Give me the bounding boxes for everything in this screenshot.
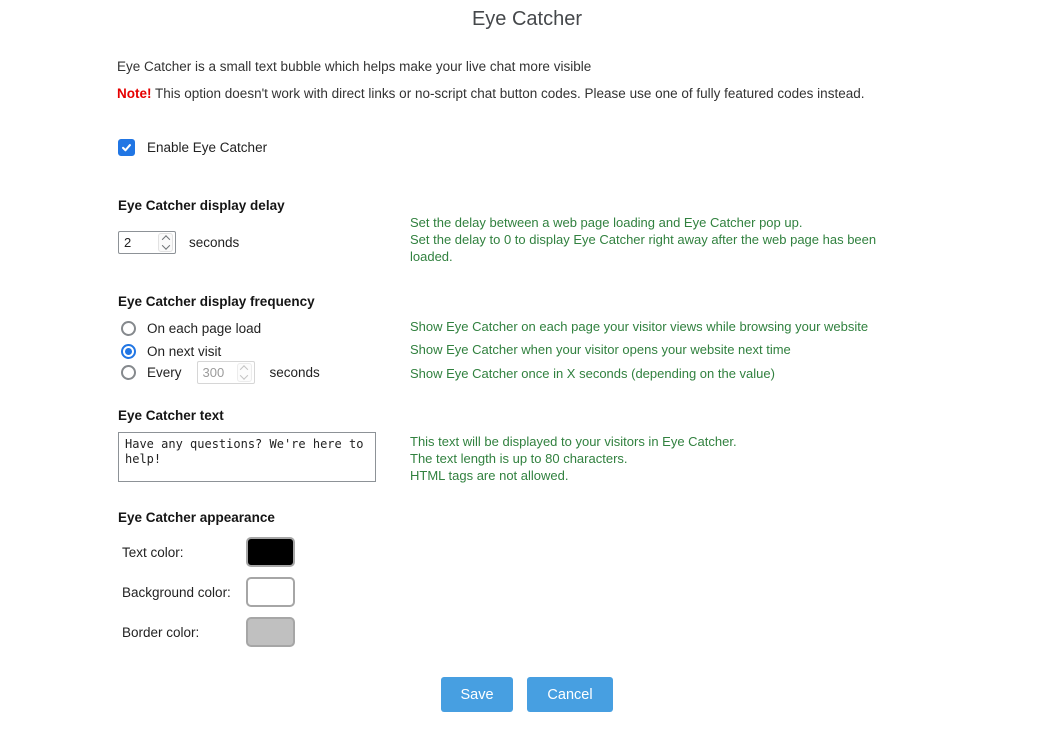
delay-help-line-2: Set the delay to 0 to display Eye Catche… bbox=[410, 231, 902, 265]
note-label: Note! bbox=[117, 86, 152, 101]
background-color-row: Background color: bbox=[122, 577, 295, 607]
frequency-option-each-page-load[interactable]: On each page load bbox=[121, 318, 261, 338]
frequency-help-every-x-seconds: Show Eye Catcher once in X seconds (depe… bbox=[410, 365, 775, 382]
note-line: Note! This option doesn't work with dire… bbox=[117, 86, 864, 101]
spinner-down-icon[interactable] bbox=[161, 241, 169, 249]
interval-seconds-input[interactable] bbox=[203, 365, 235, 380]
radio-each-page-load-label[interactable]: On each page load bbox=[147, 321, 261, 336]
background-color-label: Background color: bbox=[122, 585, 246, 600]
delay-seconds-input[interactable] bbox=[124, 235, 156, 250]
text-color-row: Text color: bbox=[122, 537, 295, 567]
border-color-row: Border color: bbox=[122, 617, 295, 647]
enable-eye-catcher-row: Enable Eye Catcher bbox=[118, 139, 267, 156]
frequency-help-each-page-load: Show Eye Catcher on each page your visit… bbox=[410, 318, 868, 335]
cancel-button[interactable]: Cancel bbox=[527, 677, 613, 712]
spinner-down-icon[interactable] bbox=[240, 371, 248, 379]
radio-next-visit-label[interactable]: On next visit bbox=[147, 344, 221, 359]
radio-every-x-seconds[interactable] bbox=[121, 365, 136, 380]
frequency-help-next-visit: Show Eye Catcher when your visitor opens… bbox=[410, 341, 791, 358]
display-delay-heading: Eye Catcher display delay bbox=[118, 198, 285, 213]
delay-number-input-box bbox=[118, 231, 176, 254]
background-color-swatch[interactable] bbox=[246, 577, 295, 607]
note-text: This option doesn't work with direct lin… bbox=[152, 86, 865, 101]
display-frequency-heading: Eye Catcher display frequency bbox=[118, 294, 315, 309]
display-delay-help: Set the delay between a web page loading… bbox=[410, 214, 902, 265]
eye-catcher-settings-page: Eye Catcher Eye Catcher is a small text … bbox=[0, 0, 1054, 736]
actions-row: Save Cancel bbox=[0, 677, 1054, 712]
eye-catcher-text-heading: Eye Catcher text bbox=[118, 408, 224, 423]
text-color-label: Text color: bbox=[122, 545, 246, 560]
text-help-line-3: HTML tags are not allowed. bbox=[410, 467, 830, 484]
border-color-label: Border color: bbox=[122, 625, 246, 640]
display-delay-row: seconds bbox=[118, 231, 239, 254]
radio-every-label[interactable]: Every bbox=[147, 365, 182, 380]
description-text: Eye Catcher is a small text bubble which… bbox=[117, 59, 591, 74]
text-color-swatch[interactable] bbox=[246, 537, 295, 567]
delay-help-line-1: Set the delay between a web page loading… bbox=[410, 214, 902, 231]
frequency-option-every-x-seconds[interactable]: Every seconds bbox=[121, 362, 320, 382]
enable-eye-catcher-label: Enable Eye Catcher bbox=[147, 140, 267, 155]
eye-catcher-text-input[interactable]: Have any questions? We're here to help! bbox=[118, 432, 376, 482]
save-button[interactable]: Save bbox=[441, 677, 513, 712]
radio-next-visit[interactable] bbox=[121, 344, 136, 359]
text-help-line-1: This text will be displayed to your visi… bbox=[410, 433, 830, 450]
radio-each-page-load[interactable] bbox=[121, 321, 136, 336]
interval-number-input-box bbox=[197, 361, 255, 384]
page-title: Eye Catcher bbox=[0, 8, 1054, 31]
eye-catcher-text-help: This text will be displayed to your visi… bbox=[410, 433, 830, 484]
border-color-swatch[interactable] bbox=[246, 617, 295, 647]
interval-spinner[interactable] bbox=[237, 363, 252, 382]
interval-unit-label: seconds bbox=[270, 365, 320, 380]
delay-spinner[interactable] bbox=[158, 233, 173, 252]
delay-unit-label: seconds bbox=[189, 235, 239, 250]
text-help-line-2: The text length is up to 80 characters. bbox=[410, 450, 830, 467]
checkmark-icon bbox=[121, 142, 132, 153]
enable-eye-catcher-checkbox[interactable] bbox=[118, 139, 135, 156]
appearance-heading: Eye Catcher appearance bbox=[118, 510, 275, 525]
frequency-option-next-visit[interactable]: On next visit bbox=[121, 341, 221, 361]
